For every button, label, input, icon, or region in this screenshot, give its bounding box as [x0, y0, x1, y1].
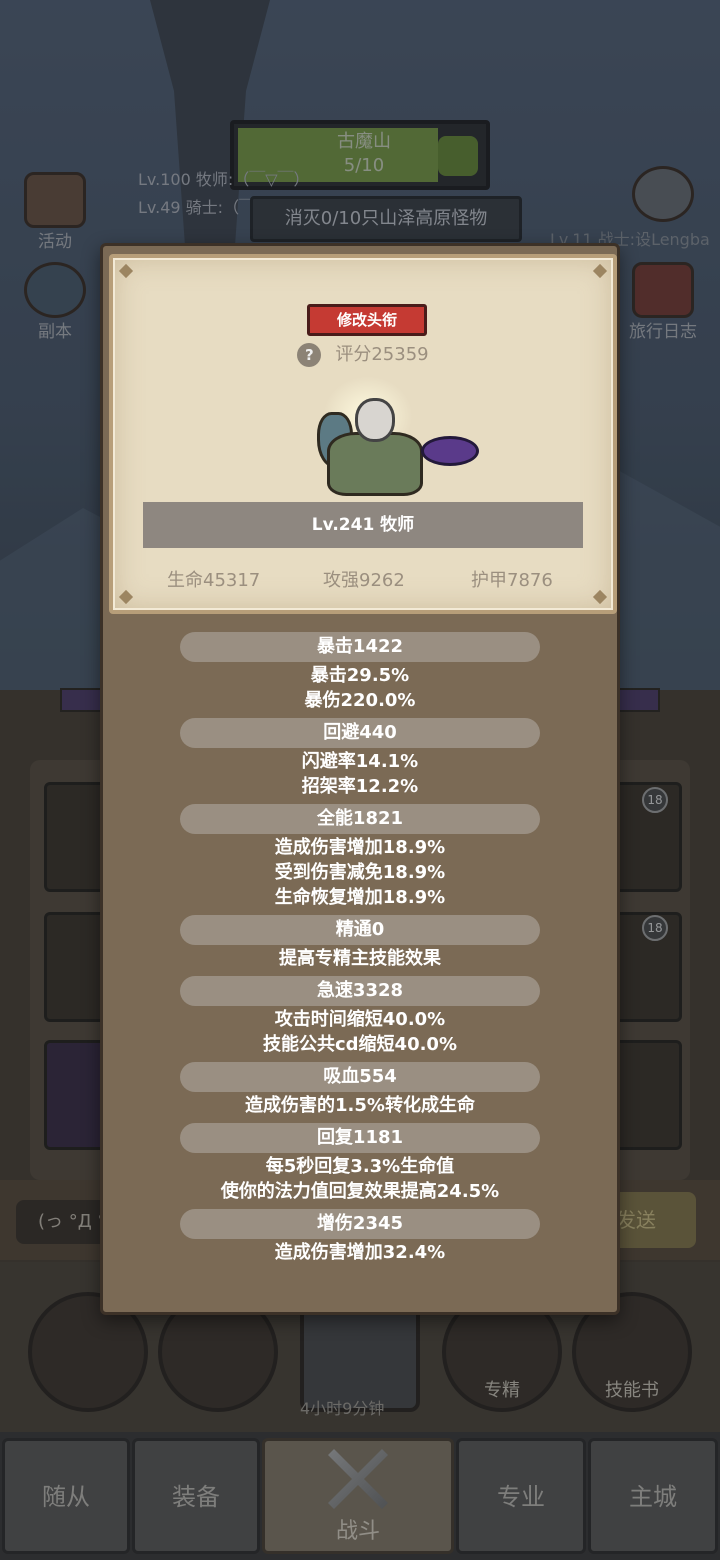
stat-header: 吸血554	[180, 1062, 540, 1092]
stat-attack-power: 攻强9262	[323, 570, 405, 591]
score-row: ? 评分25359	[113, 340, 613, 367]
card-corner-ornament	[592, 263, 608, 279]
help-icon[interactable]: ?	[297, 343, 322, 367]
stat-header: 精通0	[180, 915, 540, 945]
hero-name: Lv.241 牧师	[143, 502, 583, 548]
secondary-stats: 暴击1422 暴击29.5% 暴伤220.0% 回避440 闪避率14.1% 招…	[103, 632, 617, 1265]
stat-detail: 造成伤害的1.5%转化成生命	[245, 1095, 475, 1116]
stat-detail: 造成伤害增加18.9%	[274, 837, 446, 858]
stat-group-mastery: 精通0 提高专精主技能效果	[103, 915, 617, 971]
stat-group-damage-bonus: 增伤2345 造成伤害增加32.4%	[103, 1209, 617, 1265]
stat-header: 增伤2345	[180, 1209, 540, 1239]
stat-detail: 闪避率14.1%	[301, 751, 419, 772]
stat-header: 全能1821	[180, 804, 540, 834]
character-stats-popup: 修改头衔 ? 评分25359 Lv.241 牧师 生命45317 攻强9262 护…	[100, 243, 620, 1315]
card-corner-ornament	[592, 589, 608, 605]
edit-title-button[interactable]: 修改头衔	[307, 304, 427, 336]
stat-detail: 造成伤害增加32.4%	[274, 1242, 446, 1263]
stat-detail: 暴击29.5%	[310, 665, 410, 686]
stat-header: 回复1181	[180, 1123, 540, 1153]
stat-detail: 生命恢复增加18.9%	[274, 887, 446, 908]
stat-armor: 护甲7876	[471, 570, 553, 591]
stat-group-avoidance: 回避440 闪避率14.1% 招架率12.2%	[103, 718, 617, 799]
stat-header: 暴击1422	[180, 632, 540, 662]
card-corner-ornament	[118, 589, 134, 605]
stat-detail: 暴伤220.0%	[304, 690, 416, 711]
stat-group-regen: 回复1181 每5秒回复3.3%生命值 使你的法力值回复效果提高24.5%	[103, 1123, 617, 1204]
stat-detail: 使你的法力值回复效果提高24.5%	[220, 1181, 500, 1202]
stat-detail: 攻击时间缩短40.0%	[274, 1009, 446, 1030]
stat-header: 急速3328	[180, 976, 540, 1006]
card-corner-ornament	[118, 263, 134, 279]
character-card: 修改头衔 ? 评分25359 Lv.241 牧师 生命45317 攻强9262 护…	[109, 254, 617, 614]
stat-detail: 受到伤害减免18.9%	[274, 862, 446, 883]
stat-group-versatility: 全能1821 造成伤害增加18.9% 受到伤害减免18.9% 生命恢复增加18.…	[103, 804, 617, 910]
score-value: 评分25359	[335, 344, 429, 365]
stat-group-haste: 急速3328 攻击时间缩短40.0% 技能公共cd缩短40.0%	[103, 976, 617, 1057]
stat-header: 回避440	[180, 718, 540, 748]
stat-detail: 技能公共cd缩短40.0%	[262, 1034, 457, 1055]
stat-group-lifesteal: 吸血554 造成伤害的1.5%转化成生命	[103, 1062, 617, 1118]
hero-portrait	[313, 376, 483, 506]
stat-detail: 招架率12.2%	[301, 776, 419, 797]
stat-hp: 生命45317	[167, 570, 261, 591]
stat-detail: 提高专精主技能效果	[279, 948, 441, 969]
stat-detail: 每5秒回复3.3%生命值	[265, 1156, 455, 1177]
stat-group-crit: 暴击1422 暴击29.5% 暴伤220.0%	[103, 632, 617, 713]
